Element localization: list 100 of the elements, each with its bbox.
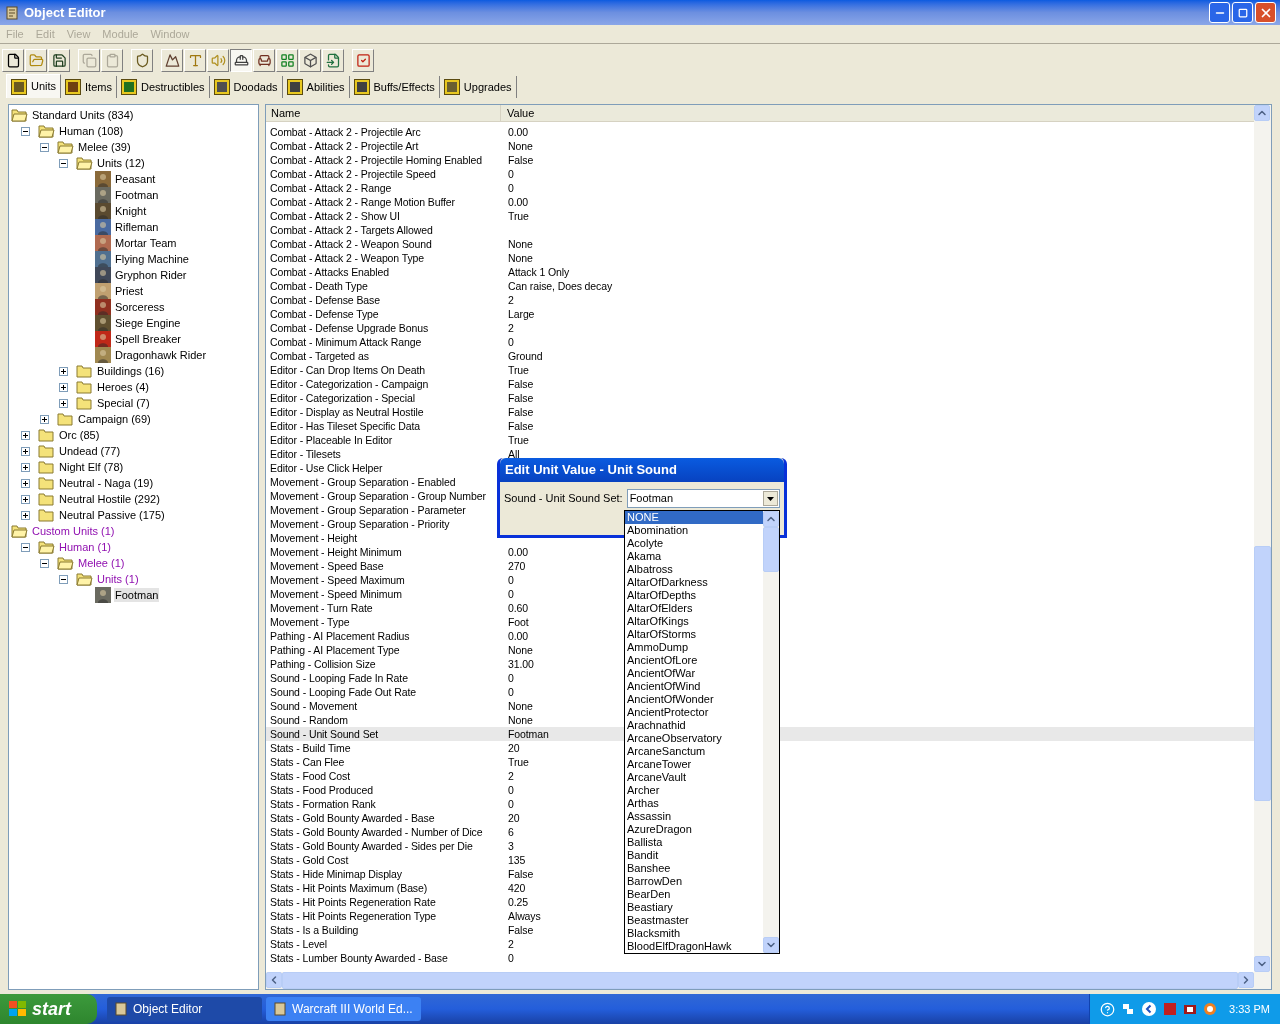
value-cell-text: Footman [507,727,549,741]
value-cell-text: 31.00 [507,657,534,671]
value-cell-text: False [507,153,534,167]
name-cell-text: Stats - Build Time [269,741,352,755]
name-cell-text: Combat - Attack 2 - Weapon Type [269,251,426,265]
value-cell-text: 0 [507,335,514,349]
name-cell-text: Movement - Height [269,531,358,545]
value-cell-text: 0 [507,685,514,699]
value-cell-text: 0.00 [507,545,529,559]
name-cell-text: Stats - Hide Minimap Display [269,867,403,881]
name-cell-text: Sound - Movement [269,699,359,713]
name-cell-text: Pathing - AI Placement Type [269,643,401,657]
name-cell-text: Pathing - Collision Size [269,657,377,671]
name-cell-text: Combat - Attack 2 - Projectile Arc [269,125,422,139]
value-cell-text: None [507,699,533,713]
name-cell-text: Stats - Can Flee [269,755,346,769]
name-cell-text: Movement - Speed Base [269,559,385,573]
name-cell-text: Stats - Gold Bounty Awarded - Number of Dice [269,825,484,839]
name-cell-text: Sound - Looping Fade Out Rate [269,685,417,699]
value-cell-text: 20 [507,741,520,755]
value-cell-text: 0 [507,797,514,811]
name-cell-text: Movement - Group Separation - Group Number [269,489,487,503]
value-cell-text: True [507,363,529,377]
name-cell-text: Sound - Looping Fade In Rate [269,671,409,685]
value-cell-text: Can raise, Does decay [507,279,613,293]
value-cell-text: None [507,251,533,265]
dialog-title: Edit Unit Value - Unit Sound [505,461,677,480]
value-cell-text: 0 [507,951,514,965]
clock: 3:33 PM [1229,1001,1270,1017]
name-cell-text: Combat - Attacks Enabled [269,265,390,279]
value-cell-text: All [507,447,520,461]
name-cell-text: Movement - Height Minimum [269,545,403,559]
name-cell-text: Movement - Type [269,615,351,629]
value-cell-text: 2 [507,937,514,951]
value-cell-text: 20 [507,811,520,825]
value-cell-text: 2 [507,321,514,335]
name-cell-text: Movement - Group Separation - Enabled [269,475,457,489]
name-cell-text: Editor - Can Drop Items On Death [269,363,426,377]
value-cell-text: 0 [507,587,514,601]
name-cell-text: Movement - Speed Maximum [269,573,406,587]
name-cell-text: Sound - Random [269,713,349,727]
name-cell-text: Stats - Gold Bounty Awarded - Sides per Die [269,839,474,853]
value-cell-text: True [507,433,529,447]
value-cell-text: False [507,867,534,881]
name-cell-text: Movement - Group Separation - Parameter [269,503,467,517]
name-cell-text: Combat - Defense Base [269,293,381,307]
name-cell-text: Stats - Food Produced [269,783,374,797]
value-cell-text: 0 [507,573,514,587]
name-cell-text: Combat - Attack 2 - Projectile Speed [269,167,437,181]
value-cell-text: 0.00 [507,125,529,139]
value-cell-text: 0 [507,181,514,195]
name-cell-text: Combat - Minimum Attack Range [269,335,423,349]
value-cell-text: None [507,713,533,727]
name-cell-text: Stats - Hit Points Regeneration Type [269,909,438,923]
value-cell-text: 0.00 [507,629,529,643]
value-cell-text: None [507,643,533,657]
value-cell-text: Always [507,909,541,923]
value-cell-text: 6 [507,825,514,839]
value-cell-text: Ground [507,349,543,363]
name-cell-text: Combat - Attack 2 - Projectile Art [269,139,420,153]
value-cell-text: Foot [507,615,529,629]
value-cell-text: Attack 1 Only [507,265,570,279]
name-cell-text: Editor - Has Tileset Specific Data [269,419,422,433]
name-cell-text: Editor - Categorization - Campaign [269,377,430,391]
name-cell-text: Combat - Death Type [269,279,369,293]
name-cell-text: Stats - Level [269,937,329,951]
name-cell-text: Combat - Attack 2 - Range Motion Buffer [269,195,456,209]
value-cell-text: 0.25 [507,895,529,909]
name-cell-text: Editor - Tilesets [269,447,342,461]
name-cell-text: Combat - Defense Type [269,307,380,321]
value-cell-text: 2 [507,293,514,307]
name-cell-text: Stats - Formation Rank [269,797,377,811]
name-cell-text: Editor - Use Click Helper [269,461,384,475]
window-title: Object Editor [24,3,106,22]
name-cell-text: Pathing - AI Placement Radius [269,629,411,643]
name-cell-text: Movement - Speed Minimum [269,587,403,601]
value-cell-text: False [507,405,534,419]
value-cell-text: True [507,209,529,223]
value-cell-text: 420 [507,881,526,895]
value-cell-text: 2 [507,769,514,783]
name-cell-text: Combat - Attack 2 - Show UI [269,209,401,223]
name-cell-text: Movement - Group Separation - Priority [269,517,451,531]
value-cell-text: None [507,139,533,153]
name-cell-text: Editor - Placeable In Editor [269,433,394,447]
name-cell-text: Combat - Attack 2 - Weapon Sound [269,237,433,251]
name-cell-text: Editor - Categorization - Special [269,391,416,405]
value-cell-text: Large [507,307,535,321]
value-cell-text: 0 [507,783,514,797]
value-cell-text: 0 [507,671,514,685]
value-cell-text: 0.00 [507,195,529,209]
name-cell-text: Sound - Unit Sound Set [269,727,380,741]
value-cell-text: 0 [507,167,514,181]
name-cell-text: Combat - Defense Upgrade Bonus [269,321,430,335]
value-cell-text: None [507,237,533,251]
value-cell-text: False [507,419,534,433]
name-cell-text: Combat - Attack 2 - Projectile Homing Enabled [269,153,484,167]
value-cell-text: False [507,923,534,937]
name-cell-text: Stats - Hit Points Maximum (Base) [269,881,429,895]
name-cell-text: Stats - Hit Points Regeneration Rate [269,895,437,909]
name-cell-text: Stats - Lumber Bounty Awarded - Base [269,951,449,965]
